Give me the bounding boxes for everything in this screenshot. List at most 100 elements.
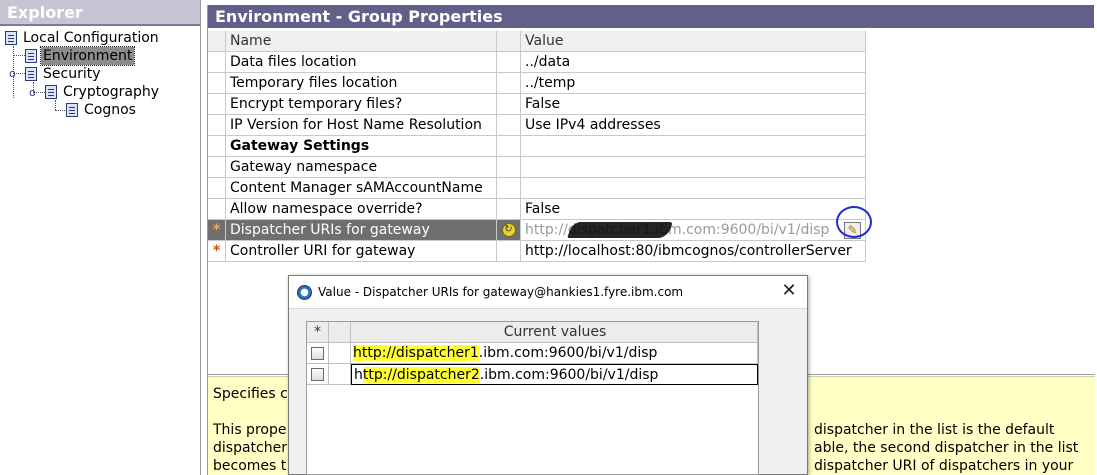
property-row[interactable]: * Controller URI for gateway http://loca…: [208, 241, 866, 262]
tree-item-label: Security: [43, 66, 101, 82]
explorer-tree: o o Local Configuration Environment Secu…: [0, 26, 200, 474]
tree-item-label: Environment: [39, 46, 136, 66]
value-text-editing[interactable]: http://dispatcher2.ibm.com:9600/bi/v1/di…: [351, 364, 758, 385]
description-line: Specifies c: [213, 386, 288, 402]
property-name: IP Version for Host Name Resolution: [226, 115, 497, 136]
dialog-titlebar[interactable]: ● Value - Dispatcher URIs for gateway@ha…: [289, 276, 807, 308]
tree-item-security[interactable]: Security: [25, 65, 103, 83]
property-name: Controller URI for gateway: [226, 241, 497, 262]
property-row[interactable]: Temporary files location ../temp: [208, 73, 866, 94]
row-icon-cell: [497, 199, 521, 220]
property-row-dispatcher-uris[interactable]: * Dispatcher URIs for gateway ↻ http://d…: [208, 220, 866, 241]
document-list-icon: [66, 103, 78, 117]
property-row[interactable]: Gateway namespace: [208, 157, 866, 178]
property-value[interactable]: [521, 178, 866, 199]
property-row[interactable]: IP Version for Host Name Resolution Use …: [208, 115, 866, 136]
property-name: Gateway namespace: [226, 157, 497, 178]
row-icon-cell: [497, 73, 521, 94]
column-header-current-values: Current values: [351, 322, 758, 343]
column-header-name[interactable]: Name: [226, 31, 497, 52]
property-name: Temporary files location: [226, 73, 497, 94]
description-line: This prope: [213, 422, 287, 438]
close-icon[interactable]: ✕: [779, 281, 799, 301]
redaction-scribble: [567, 222, 673, 238]
property-value[interactable]: http://localhost:80/ibmcognos/controller…: [521, 241, 866, 262]
expand-toggle-icon[interactable]: o: [9, 67, 16, 80]
document-list-icon: [25, 49, 37, 63]
refresh-icon[interactable]: ↻: [501, 223, 516, 237]
row-select-cell[interactable]: [307, 343, 329, 364]
document-list-icon: [45, 85, 57, 99]
row-checkbox[interactable]: [311, 367, 324, 381]
property-value[interactable]: [521, 157, 866, 178]
dialog-body: * Current values http://dispatcher1.ibm.…: [289, 308, 807, 475]
property-row[interactable]: Content Manager sAMAccountName: [208, 178, 866, 199]
row-icon-cell: [497, 178, 521, 199]
values-table: * Current values http://dispatcher1.ibm.…: [306, 321, 759, 475]
property-value[interactable]: ../data: [521, 52, 866, 73]
tree-connector: [13, 55, 25, 56]
description-line: dispatcher: [213, 440, 287, 456]
select-all-header[interactable]: *: [307, 322, 329, 343]
explorer-title: Explorer: [0, 0, 200, 26]
explorer-pane: Explorer o o Local Configuration Environ…: [0, 0, 201, 475]
row-mark: [208, 136, 226, 157]
value-row[interactable]: http://dispatcher2.ibm.com:9600/bi/v1/di…: [307, 364, 758, 385]
property-value[interactable]: False: [521, 199, 866, 220]
tree-connector: [55, 110, 65, 111]
tree-connector: [55, 100, 56, 110]
row-gap-cell: [329, 343, 351, 364]
description-line: dispatcher URI of dispatchers in your: [814, 458, 1074, 474]
properties-title: Environment - Group Properties: [208, 5, 1094, 28]
value-rest: .ibm.com:9600/bi/v1/disp: [479, 367, 659, 383]
row-mark: [208, 157, 226, 178]
header-gap-cell: [329, 322, 351, 343]
description-line: able, the second dispatcher in the list: [814, 440, 1079, 456]
annotation-circle: [836, 206, 872, 238]
value-row[interactable]: http://dispatcher1.ibm.com:9600/bi/v1/di…: [307, 343, 758, 364]
expand-toggle-icon[interactable]: o: [29, 86, 36, 99]
property-row[interactable]: Data files location ../data: [208, 52, 866, 73]
row-gap-cell: [329, 364, 351, 385]
property-value-editor[interactable]: http://dispatcher1.ibm.com:9600/bi/v1/di…: [521, 220, 866, 241]
property-name: Encrypt temporary files?: [226, 94, 497, 115]
tree-item-cognos[interactable]: Cognos: [66, 101, 138, 119]
tree-item-local-configuration[interactable]: Local Configuration: [5, 29, 161, 47]
property-name: Data files location: [226, 52, 497, 73]
section-value: [521, 136, 866, 157]
tree-item-environment[interactable]: Environment: [25, 46, 136, 66]
tree-item-label: Cognos: [84, 102, 136, 118]
row-icon-cell: [497, 94, 521, 115]
value-dialog: ● Value - Dispatcher URIs for gateway@ha…: [288, 275, 808, 475]
cognos-app-icon: ●: [297, 284, 312, 300]
row-mark: [208, 178, 226, 199]
dialog-title: Value - Dispatcher URIs for gateway@hank…: [318, 285, 684, 299]
value-text[interactable]: http://dispatcher1.ibm.com:9600/bi/v1/di…: [351, 343, 758, 364]
value-highlight: http://dispatcher1: [353, 345, 479, 361]
row-icon-cell: [497, 115, 521, 136]
property-row[interactable]: Allow namespace override? False: [208, 199, 866, 220]
header-mark-cell: [208, 31, 226, 52]
row-mark: [208, 94, 226, 115]
property-value[interactable]: ../temp: [521, 73, 866, 94]
value-highlight: ttp://dispatcher2: [362, 367, 480, 383]
property-name: Allow namespace override?: [226, 199, 497, 220]
column-header-value[interactable]: Value: [521, 31, 866, 52]
property-row[interactable]: Encrypt temporary files? False: [208, 94, 866, 115]
property-name: Dispatcher URIs for gateway: [226, 220, 497, 241]
property-value[interactable]: Use IPv4 addresses: [521, 115, 866, 136]
property-value[interactable]: False: [521, 94, 866, 115]
value-prefix: h: [354, 367, 363, 383]
required-mark: *: [208, 220, 226, 241]
property-name: Content Manager sAMAccountName: [226, 178, 497, 199]
row-checkbox[interactable]: [311, 346, 324, 360]
row-mark: [208, 199, 226, 220]
row-mark: [208, 73, 226, 94]
tree-item-cryptography[interactable]: Cryptography: [45, 83, 161, 101]
tree-item-label: Local Configuration: [23, 30, 159, 46]
document-list-icon: [5, 31, 17, 45]
values-table-header: * Current values: [307, 322, 758, 343]
row-select-cell[interactable]: [307, 364, 329, 385]
property-value: http://dispatcher1.ibm.com:9600/bi/v1/di…: [525, 220, 844, 240]
section-header-row: Gateway Settings: [208, 136, 866, 157]
